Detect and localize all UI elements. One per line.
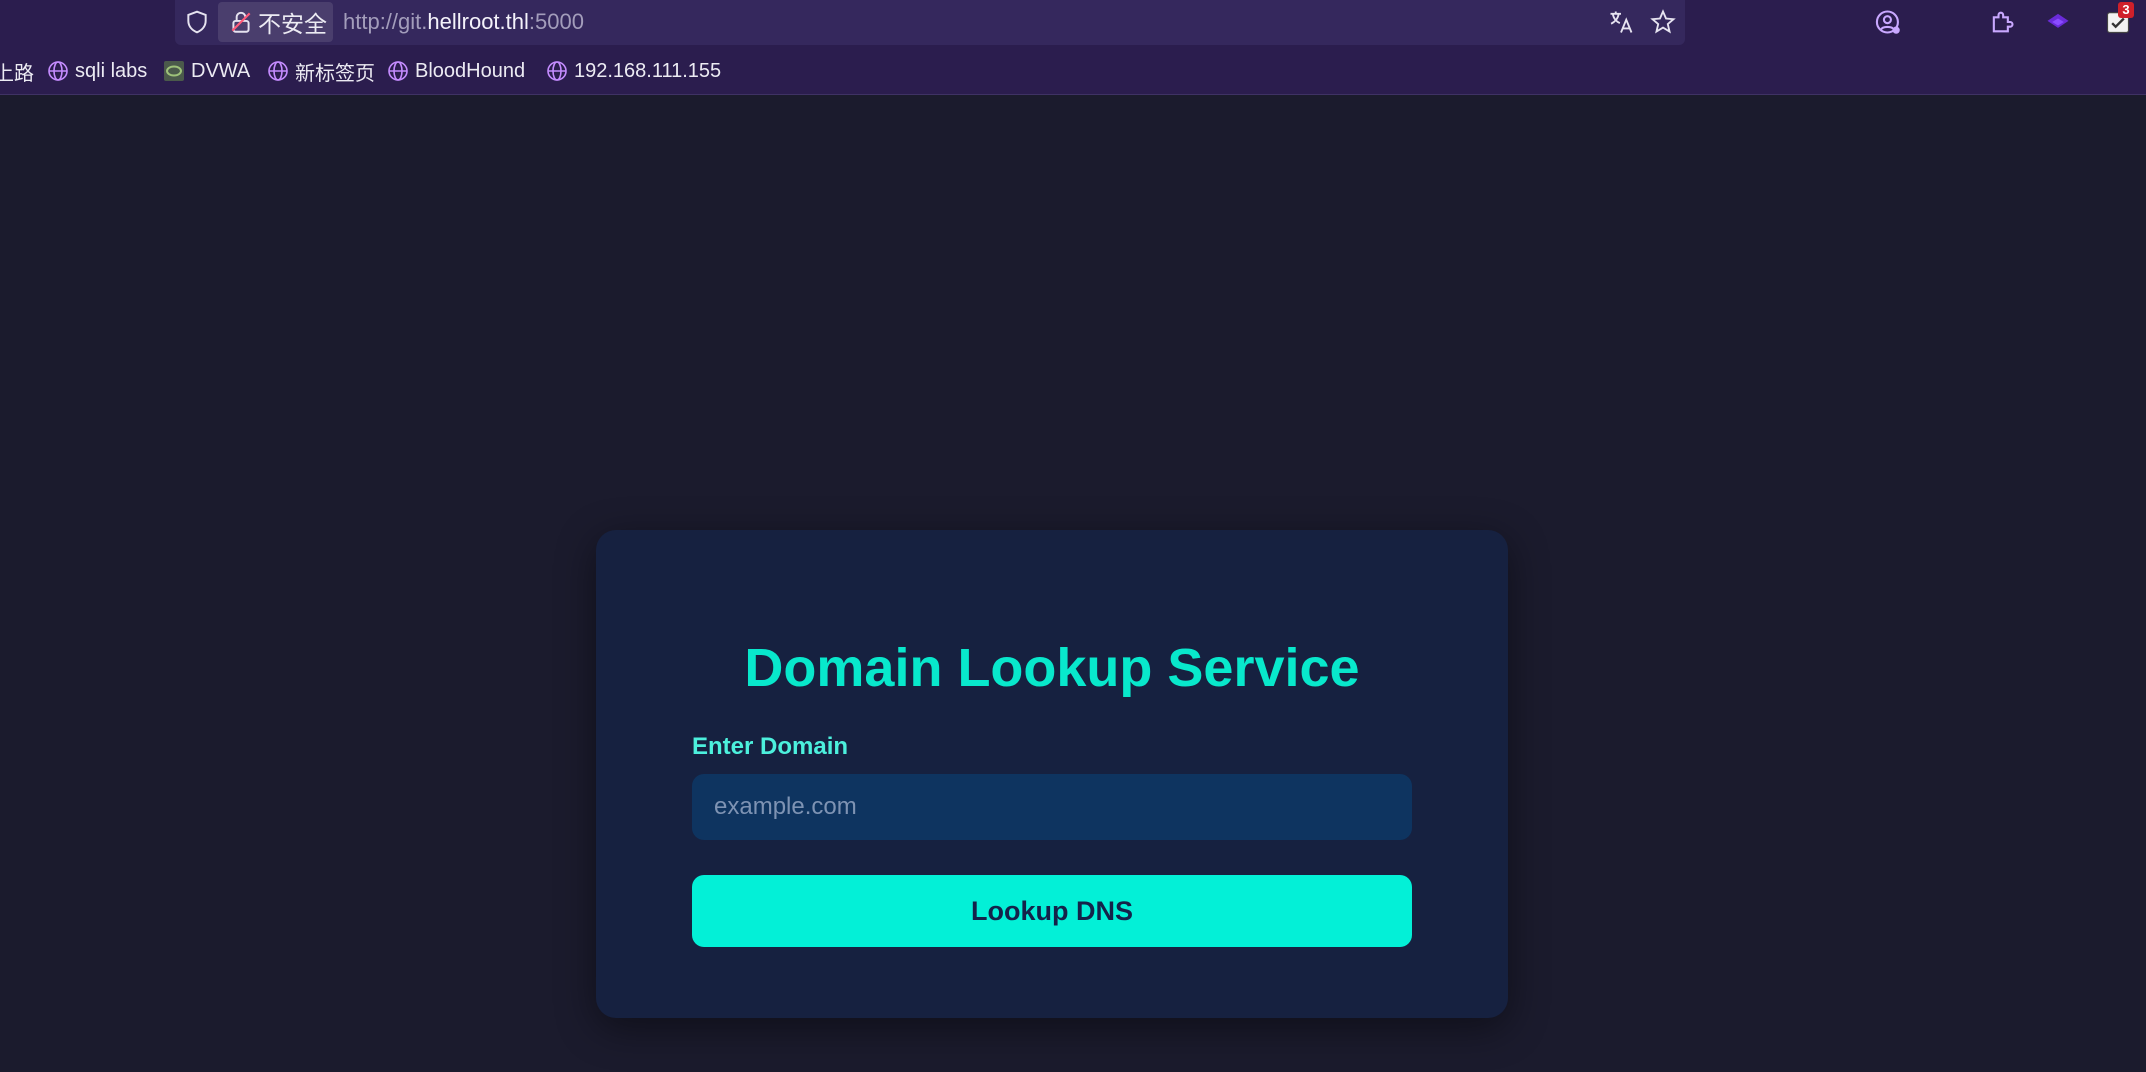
translate-icon[interactable] [1607,8,1635,36]
globe-icon [547,61,567,81]
url-text[interactable]: http://git.hellroot.thl:5000 [343,9,584,35]
bookmark-label: sqli labs [75,59,148,82]
bookmark-item[interactable]: 上路 [0,58,34,85]
url-host: hellroot.thl [427,9,529,34]
bookmark-item[interactable]: BloodHound [386,58,525,84]
security-label: 不安全 [258,11,327,37]
insecure-lock-icon [231,11,251,33]
domain-input[interactable] [692,774,1412,840]
bookmark-item[interactable]: DVWA [162,58,250,84]
bookmark-label: 上路 [0,62,34,85]
lookup-dns-button[interactable]: Lookup DNS [692,875,1412,947]
bookmark-star-icon[interactable] [1649,8,1677,36]
dvwa-icon [164,61,184,81]
shield-icon[interactable] [184,9,210,35]
globe-icon [388,61,408,81]
url-prefix: http://git. [343,9,428,34]
lookup-card: Domain Lookup Service Enter Domain Looku… [596,530,1508,1018]
extensions-puzzle-icon[interactable] [1988,8,2016,36]
extension-badge: 3 [2118,2,2134,18]
account-icon[interactable] [1874,8,1902,36]
browser-toolbar: 不安全 http://git.hellroot.thl:5000 3 [0,0,2146,47]
bookmark-label: DVWA [191,59,251,82]
layers-extension-icon[interactable] [2044,8,2072,36]
bookmark-label: 192.168.111.155 [574,59,722,82]
bookmark-label: 新标签页 [295,62,375,85]
bookmark-label: BloodHound [415,59,526,82]
bookmark-item[interactable]: sqli labs [46,58,147,84]
url-suffix: :5000 [528,9,584,34]
globe-icon [48,61,68,81]
domain-label: Enter Domain [692,733,849,760]
bookmark-item[interactable]: 192.168.111.155 [545,58,721,84]
bookmark-item[interactable]: 新标签页 [266,58,375,85]
globe-icon [268,61,288,81]
site-security-indicator[interactable]: 不安全 [218,2,333,42]
page-title: Domain Lookup Service [744,638,1360,698]
bookmarks-bar: 上路 sqli labs DVWA 新标签页 BloodHound 192.16… [0,47,2146,95]
